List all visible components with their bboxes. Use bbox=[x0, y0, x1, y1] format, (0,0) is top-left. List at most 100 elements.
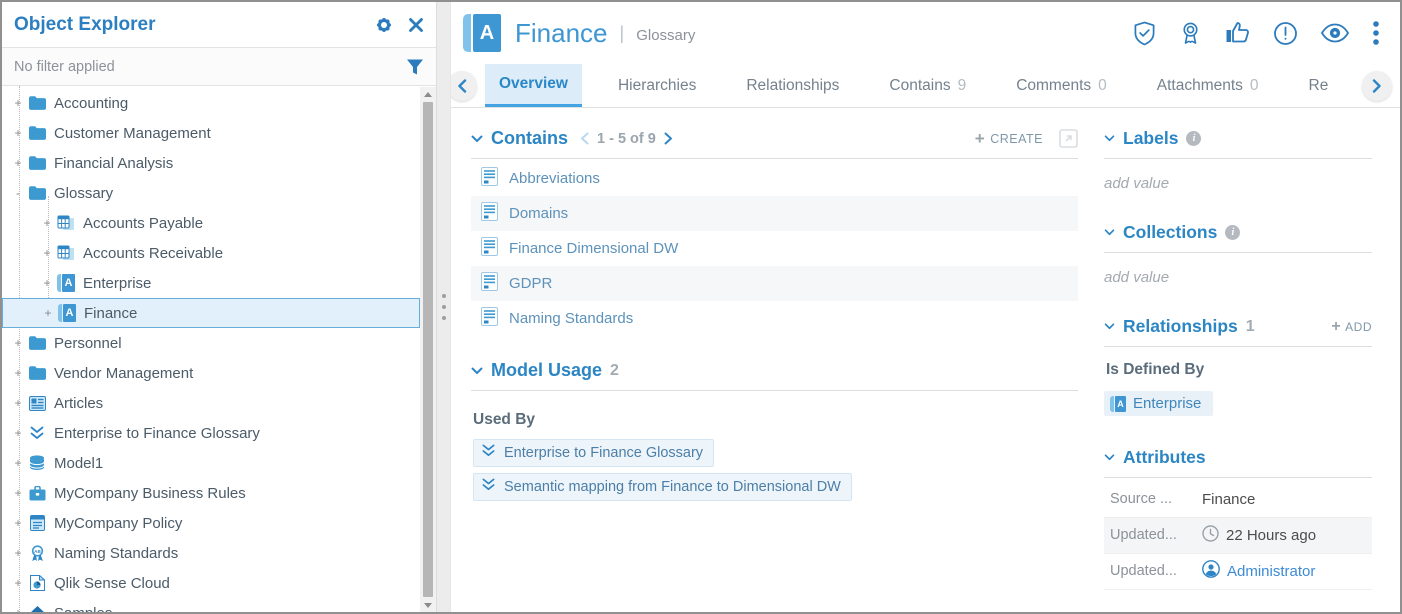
panel-splitter[interactable] bbox=[436, 2, 451, 612]
tree-item-accounts-payable[interactable]: + Accounts Payable bbox=[2, 208, 420, 238]
relationships-section: Relationships 1 +ADD Is Defined By A Ent… bbox=[1104, 316, 1372, 417]
page-range: 1 - 5 of 9 bbox=[597, 131, 656, 147]
tree-item-label: MyCompany Policy bbox=[54, 515, 182, 532]
divider bbox=[1104, 252, 1372, 253]
chevron-down-icon[interactable] bbox=[1104, 323, 1115, 330]
tree-expander[interactable]: + bbox=[40, 217, 54, 229]
tree-expander[interactable]: + bbox=[11, 157, 25, 169]
tree-expander[interactable]: + bbox=[40, 277, 54, 289]
tree-item-enterprise-to-finance-glossary[interactable]: + Enterprise to Finance Glossary bbox=[2, 418, 420, 448]
tree-expander[interactable]: + bbox=[11, 367, 25, 379]
contains-item[interactable]: GDPR bbox=[471, 266, 1078, 301]
contains-item[interactable]: Finance Dimensional DW bbox=[471, 231, 1078, 266]
tree-expander[interactable]: + bbox=[11, 607, 25, 612]
tree-item-vendor-management[interactable]: + Vendor Management bbox=[2, 358, 420, 388]
attribute-value-link[interactable]: Administrator bbox=[1227, 563, 1315, 580]
tree-item-articles[interactable]: + Articles bbox=[2, 388, 420, 418]
scroll-up-arrow[interactable] bbox=[420, 87, 436, 101]
add-relationship-button[interactable]: +ADD bbox=[1331, 320, 1372, 334]
tree-item-financial-analysis[interactable]: + Financial Analysis bbox=[2, 148, 420, 178]
mapping-icon bbox=[27, 423, 47, 443]
chevron-down-icon[interactable] bbox=[1104, 135, 1115, 142]
tree-item-mycompany-policy[interactable]: + MyCompany Policy bbox=[2, 508, 420, 538]
tree-item-customer-management[interactable]: + Customer Management bbox=[2, 118, 420, 148]
tree-item-label: Enterprise bbox=[83, 275, 151, 292]
tabs-scroll-left-button[interactable] bbox=[451, 71, 477, 101]
add-value-placeholder[interactable]: add value bbox=[1104, 269, 1372, 286]
close-icon[interactable] bbox=[408, 17, 424, 33]
tree-item-model1[interactable]: + Model1 bbox=[2, 448, 420, 478]
contains-section-header: Contains 1 - 5 of 9 +CREATE bbox=[471, 128, 1078, 149]
filter-bar: No filter applied bbox=[2, 48, 436, 86]
tree-expander[interactable]: + bbox=[11, 517, 25, 529]
page-prev-icon[interactable] bbox=[580, 132, 589, 145]
scroll-down-arrow[interactable] bbox=[420, 598, 436, 612]
tab-relationships[interactable]: Relationships bbox=[732, 64, 853, 107]
related-asset-chip[interactable]: A Enterprise bbox=[1104, 391, 1213, 416]
tree-expander[interactable]: + bbox=[11, 397, 25, 409]
tree-expander[interactable]: + bbox=[11, 457, 25, 469]
thumbs-up-icon[interactable] bbox=[1225, 21, 1251, 45]
tree-item-finance[interactable]: + A Finance bbox=[2, 298, 420, 328]
shield-check-icon[interactable] bbox=[1133, 21, 1156, 46]
eye-icon[interactable] bbox=[1320, 23, 1350, 43]
contains-item[interactable]: Domains bbox=[471, 196, 1078, 231]
tab-contains[interactable]: Contains9 bbox=[875, 64, 980, 107]
chevron-down-icon[interactable] bbox=[1104, 454, 1115, 461]
detail-sidebar: Labels i add value Collections i add val… bbox=[1104, 108, 1400, 612]
used-by-chip[interactable]: Semantic mapping from Finance to Dimensi… bbox=[473, 473, 852, 501]
tree-scrollbar[interactable] bbox=[420, 87, 436, 612]
tree-expander[interactable]: + bbox=[11, 127, 25, 139]
alert-circle-icon[interactable] bbox=[1273, 21, 1298, 46]
chevron-down-icon[interactable] bbox=[471, 367, 483, 375]
tree-expander[interactable]: + bbox=[41, 307, 55, 319]
settings-gear-icon[interactable] bbox=[374, 15, 394, 35]
chevron-down-icon[interactable] bbox=[1104, 229, 1115, 236]
tree-item-glossary[interactable]: - Glossary bbox=[2, 178, 420, 208]
kebab-menu-icon[interactable] bbox=[1372, 20, 1380, 46]
folder-icon bbox=[27, 183, 47, 203]
chevron-down-icon[interactable] bbox=[471, 135, 483, 143]
tree-item-mycompany-business-rules[interactable]: + MyCompany Business Rules bbox=[2, 478, 420, 508]
tab-re-truncated[interactable]: Re bbox=[1295, 64, 1343, 107]
info-icon[interactable]: i bbox=[1186, 131, 1201, 146]
tree-expander[interactable]: + bbox=[11, 547, 25, 559]
tree-expander[interactable]: + bbox=[11, 337, 25, 349]
contains-item[interactable]: Naming Standards bbox=[471, 301, 1078, 336]
open-in-new-icon[interactable] bbox=[1059, 129, 1078, 148]
tab-hierarchies[interactable]: Hierarchies bbox=[604, 64, 710, 107]
asset-title: Finance bbox=[515, 18, 608, 49]
attributes-section: Attributes Source ... Finance Updated... bbox=[1104, 447, 1372, 590]
title-separator: | bbox=[620, 23, 625, 44]
tree-item-naming-standards[interactable]: + AB Naming Standards bbox=[2, 538, 420, 568]
tree-expander[interactable]: - bbox=[11, 187, 25, 199]
tree-item-label: Naming Standards bbox=[54, 545, 178, 562]
tab-overview[interactable]: Overview bbox=[485, 64, 582, 107]
filter-funnel-icon[interactable] bbox=[406, 58, 424, 76]
create-button[interactable]: +CREATE bbox=[975, 132, 1043, 146]
article-icon bbox=[27, 393, 47, 413]
tabs-scroll-right-button[interactable] bbox=[1362, 71, 1392, 101]
tab-comments[interactable]: Comments0 bbox=[1002, 64, 1121, 107]
glossary-book-icon: A bbox=[57, 303, 77, 323]
tree-expander[interactable]: + bbox=[40, 247, 54, 259]
tree-item-accounting[interactable]: + Accounting bbox=[2, 88, 420, 118]
contains-item[interactable]: Abbreviations bbox=[471, 161, 1078, 196]
tree-item-samples[interactable]: + Samples bbox=[2, 598, 420, 612]
tree-item-accounts-receivable[interactable]: + Accounts Receivable bbox=[2, 238, 420, 268]
tree-expander[interactable]: + bbox=[11, 487, 25, 499]
ribbon-award-icon[interactable] bbox=[1178, 20, 1203, 46]
info-icon[interactable]: i bbox=[1225, 225, 1240, 240]
tree-expander[interactable]: + bbox=[11, 427, 25, 439]
svg-text:AB: AB bbox=[34, 548, 41, 553]
tree-item-enterprise[interactable]: + A Enterprise bbox=[2, 268, 420, 298]
tree-expander[interactable]: + bbox=[11, 577, 25, 589]
tree-item-qlik-sense-cloud[interactable]: + Qlik Sense Cloud bbox=[2, 568, 420, 598]
tab-attachments[interactable]: Attachments0 bbox=[1143, 64, 1273, 107]
tree-expander[interactable]: + bbox=[11, 97, 25, 109]
page-next-icon[interactable] bbox=[664, 132, 673, 145]
scrollbar-thumb[interactable] bbox=[423, 102, 433, 597]
add-value-placeholder[interactable]: add value bbox=[1104, 175, 1372, 192]
tree-item-personnel[interactable]: + Personnel bbox=[2, 328, 420, 358]
used-by-chip[interactable]: Enterprise to Finance Glossary bbox=[473, 439, 714, 467]
